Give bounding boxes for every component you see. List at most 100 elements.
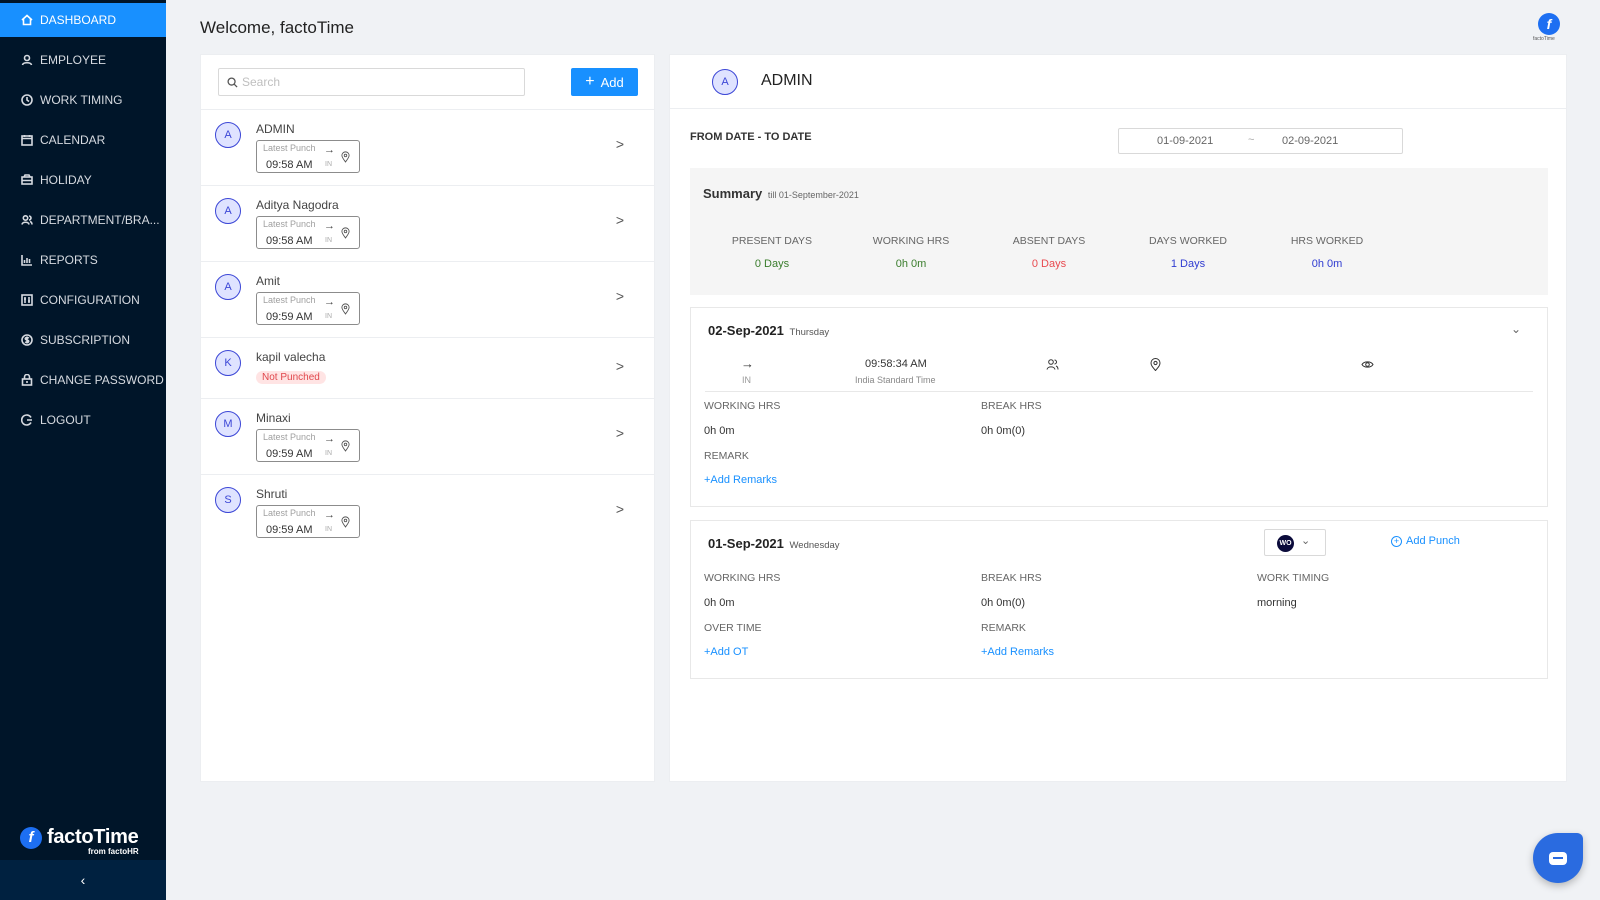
plus-icon: + bbox=[585, 73, 595, 90]
team-icon bbox=[20, 213, 34, 227]
location-pin-icon[interactable] bbox=[341, 303, 350, 315]
location-pin-icon[interactable] bbox=[1149, 358, 1162, 371]
latest-punch-box: Latest Punch 09:58 AM → IN bbox=[256, 216, 360, 249]
range-separator: ~ bbox=[1248, 134, 1255, 146]
latest-punch-label: Latest Punch bbox=[263, 295, 316, 305]
break-hrs-value: 0h 0m(0) bbox=[981, 597, 1026, 609]
date-range-picker[interactable]: 01-09-2021 ~ 02-09-2021 bbox=[1118, 128, 1403, 154]
sidebar-item-label: DASHBOARD bbox=[40, 13, 117, 27]
sidebar-item-configuration[interactable]: CONFIGURATION bbox=[0, 283, 166, 317]
employee-row[interactable]: S Shruti Latest Punch 09:59 AM → IN > bbox=[201, 474, 654, 550]
sidebar: DASHBOARD EMPLOYEE WORK TIMING CALENDAR … bbox=[0, 0, 166, 900]
sidebar-item-label: DEPARTMENT/BRA... bbox=[40, 213, 160, 227]
sidebar-item-reports[interactable]: REPORTS bbox=[0, 243, 166, 277]
search-field[interactable] bbox=[218, 68, 525, 96]
break-hrs-label: BREAK HRS bbox=[981, 400, 1042, 412]
search-input[interactable] bbox=[242, 75, 512, 89]
add-remarks-link[interactable]: +Add Remarks bbox=[981, 646, 1054, 658]
sidebar-item-label: REPORTS bbox=[40, 253, 98, 267]
summary-card: Summary till 01-September-2021 PRESENT D… bbox=[690, 168, 1548, 295]
day-card: 02-Sep-2021 Thursday ⌄ → IN 09:58:34 AM … bbox=[690, 307, 1548, 507]
break-hrs-label: BREAK HRS bbox=[981, 572, 1042, 584]
summary-title: Summary till 01-September-2021 bbox=[703, 186, 859, 201]
punch-direction: IN bbox=[325, 313, 332, 320]
sidebar-nav: DASHBOARD EMPLOYEE WORK TIMING CALENDAR … bbox=[0, 3, 166, 437]
sidebar-item-change-password[interactable]: CHANGE PASSWORD bbox=[0, 363, 166, 397]
chat-widget-button[interactable] bbox=[1533, 833, 1583, 883]
sidebar-item-employee[interactable]: EMPLOYEE bbox=[0, 43, 166, 77]
work-timing-value: morning bbox=[1257, 597, 1297, 609]
chevron-down-icon[interactable]: ⌄ bbox=[1511, 322, 1521, 336]
dollar-icon bbox=[20, 333, 34, 347]
add-ot-link[interactable]: +Add OT bbox=[704, 646, 748, 658]
avatar: S bbox=[215, 487, 241, 513]
plus-circle-icon: + bbox=[1391, 535, 1402, 547]
punch-entry: → IN 09:58:34 AM India Standard Time bbox=[705, 354, 1533, 392]
sidebar-item-subscription[interactable]: SUBSCRIPTION bbox=[0, 323, 166, 357]
location-pin-icon[interactable] bbox=[341, 516, 350, 528]
sidebar-collapse-button[interactable]: ‹ bbox=[0, 860, 166, 900]
punch-direction: IN bbox=[325, 161, 332, 168]
sidebar-item-calendar[interactable]: CALENDAR bbox=[0, 123, 166, 157]
employee-name: Aditya Nagodra bbox=[256, 198, 339, 212]
avatar: A bbox=[215, 274, 241, 300]
sidebar-item-label: CONFIGURATION bbox=[40, 293, 140, 307]
employee-row[interactable]: A ADMIN Latest Punch 09:58 AM → IN > bbox=[201, 109, 654, 185]
stat-days-worked: DAYS WORKED 1 Days bbox=[1128, 235, 1248, 270]
add-button-label: Add bbox=[600, 74, 624, 90]
chevron-right-icon: > bbox=[615, 288, 624, 304]
employee-row[interactable]: M Minaxi Latest Punch 09:59 AM → IN > bbox=[201, 398, 654, 474]
chevron-left-icon: ‹ bbox=[80, 872, 86, 888]
stat-label: WORKING HRS bbox=[872, 235, 950, 247]
eye-icon[interactable] bbox=[1361, 358, 1374, 371]
sidebar-item-label: HOLIDAY bbox=[40, 173, 92, 187]
chevron-right-icon: > bbox=[615, 425, 624, 441]
arrow-right-icon: → bbox=[324, 433, 335, 445]
location-pin-icon[interactable] bbox=[341, 227, 350, 239]
from-date-input[interactable]: 01-09-2021 bbox=[1157, 135, 1213, 147]
stat-absent-days: ABSENT DAYS 0 Days bbox=[989, 235, 1109, 270]
location-pin-icon[interactable] bbox=[341, 151, 350, 163]
employee-name: ADMIN bbox=[256, 122, 295, 136]
sidebar-item-logout[interactable]: LOGOUT bbox=[0, 403, 166, 437]
employee-name-heading: ADMIN bbox=[761, 72, 813, 89]
remark-label: REMARK bbox=[981, 622, 1026, 634]
employee-row[interactable]: A Aditya Nagodra Latest Punch 09:58 AM →… bbox=[201, 185, 654, 261]
app-logo-icon[interactable]: f bbox=[1538, 13, 1560, 35]
sidebar-item-department[interactable]: DEPARTMENT/BRA... bbox=[0, 203, 166, 237]
latest-punch-time: 09:59 AM bbox=[266, 311, 313, 323]
user-group-icon[interactable] bbox=[1046, 358, 1059, 371]
chat-icon bbox=[1549, 851, 1567, 865]
day-weekday: Wednesday bbox=[789, 540, 840, 551]
employee-row[interactable]: A Amit Latest Punch 09:59 AM → IN > bbox=[201, 261, 654, 337]
date-range-label: FROM DATE - TO DATE bbox=[690, 131, 812, 143]
employee-name: Shruti bbox=[256, 487, 288, 501]
punch-direction: IN bbox=[742, 375, 751, 385]
lock-icon bbox=[20, 373, 34, 387]
status-badge: Not Punched bbox=[256, 371, 326, 384]
location-pin-icon[interactable] bbox=[341, 440, 350, 452]
sidebar-item-dashboard[interactable]: DASHBOARD bbox=[0, 3, 166, 37]
latest-punch-label: Latest Punch bbox=[263, 432, 316, 442]
stat-working-hrs: WORKING HRS 0h 0m bbox=[851, 235, 971, 270]
add-employee-button[interactable]: + Add bbox=[571, 68, 638, 96]
chevron-right-icon: > bbox=[615, 501, 624, 517]
latest-punch-time: 09:58 AM bbox=[266, 235, 313, 247]
arrow-right-icon: → bbox=[324, 144, 335, 156]
employee-row[interactable]: K kapil valecha Not Punched > bbox=[201, 337, 654, 398]
sidebar-item-label: CHANGE PASSWORD bbox=[40, 373, 164, 387]
day-status-select[interactable]: WO ⌄ bbox=[1264, 529, 1326, 556]
add-remarks-link[interactable]: +Add Remarks bbox=[704, 474, 777, 486]
sidebar-item-work-timing[interactable]: WORK TIMING bbox=[0, 83, 166, 117]
arrow-right-icon: → bbox=[741, 356, 754, 371]
day-date-text: 01-Sep-2021 bbox=[708, 536, 784, 551]
page-title: Welcome, factoTime bbox=[200, 18, 354, 37]
home-icon bbox=[20, 13, 34, 27]
add-punch-button[interactable]: + Add Punch bbox=[1391, 535, 1460, 547]
employee-name: kapil valecha bbox=[256, 350, 326, 364]
to-date-input[interactable]: 02-09-2021 bbox=[1282, 135, 1338, 147]
day-weekday: Thursday bbox=[789, 327, 830, 338]
day-date: 01-Sep-2021 Wednesday bbox=[708, 536, 840, 551]
sidebar-item-holiday[interactable]: HOLIDAY bbox=[0, 163, 166, 197]
sidebar-item-label: EMPLOYEE bbox=[40, 53, 107, 67]
